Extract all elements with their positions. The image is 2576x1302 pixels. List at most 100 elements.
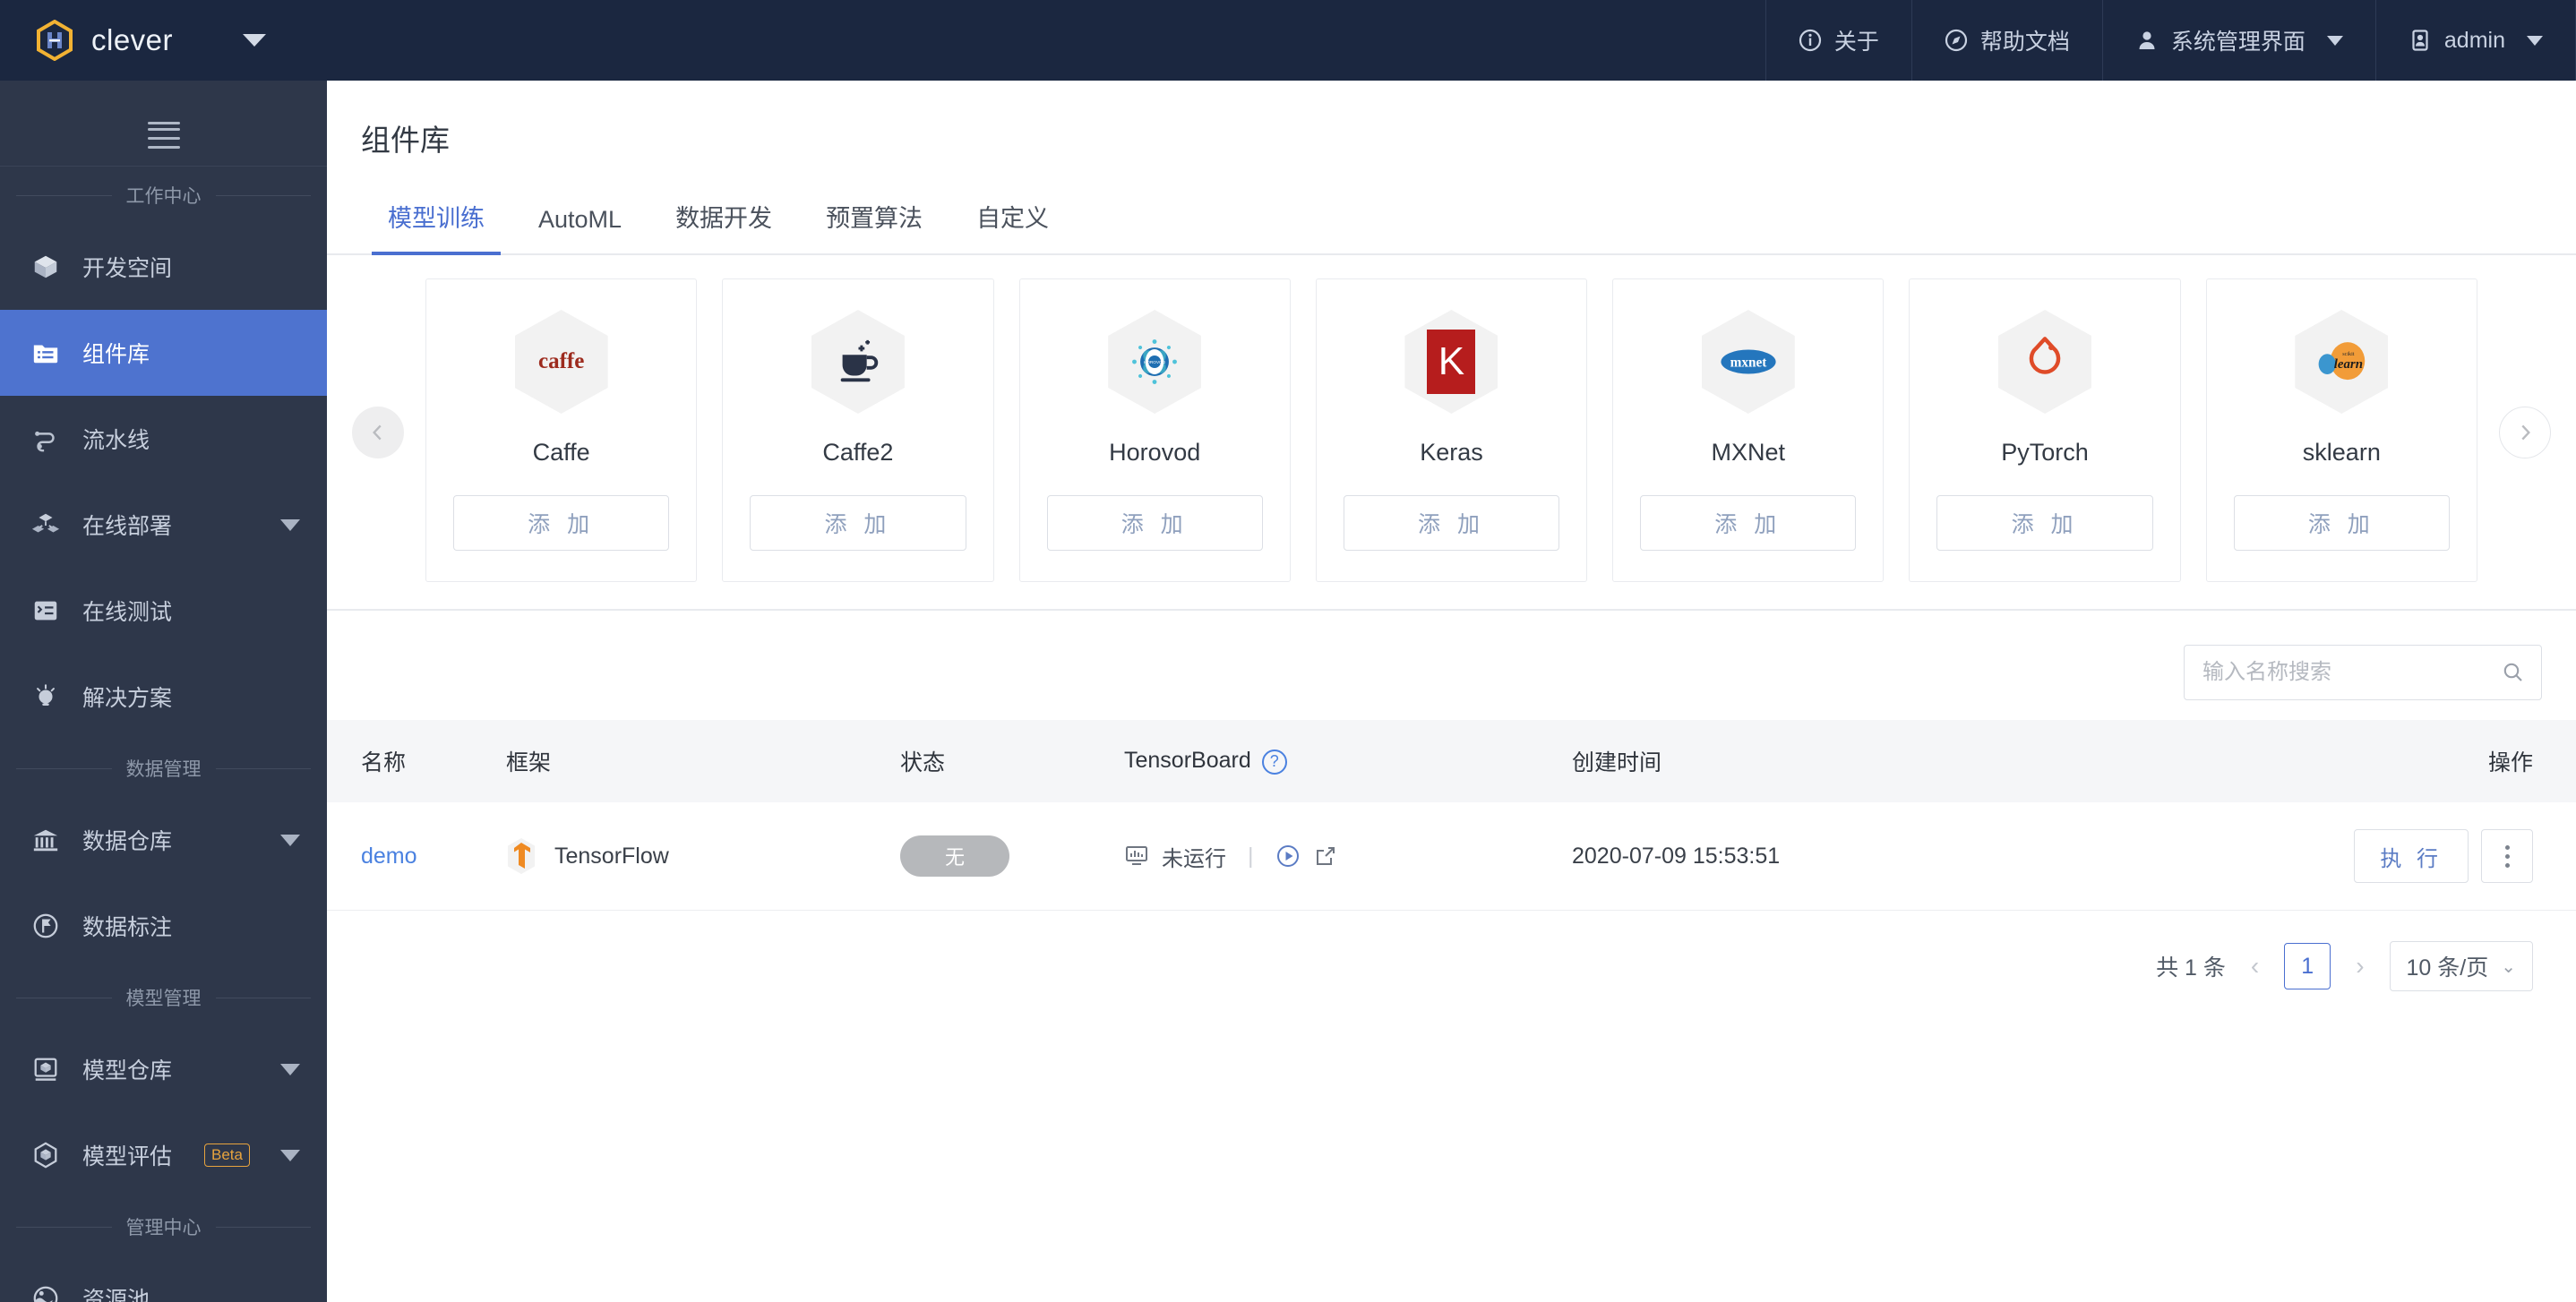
brand-area[interactable]: clever — [0, 0, 327, 81]
top-header: clever 关于 帮助文档 系统管理界面 admin — [0, 0, 2576, 81]
topnav-item-about[interactable]: 关于 — [1765, 0, 1911, 81]
chevron-right-icon — [2513, 421, 2537, 444]
chevron-down-icon[interactable] — [280, 1063, 300, 1075]
table-header: 名称 框架 状态 TensorBoard? 创建时间 操作 — [327, 720, 2576, 802]
chevron-left-icon — [366, 421, 390, 444]
mxnet-logo: mxnet — [1701, 310, 1795, 414]
sidebar-group-label-data-management: 数据管理 — [0, 740, 327, 797]
add-framework-button[interactable]: 添 加 — [750, 495, 966, 551]
add-framework-button[interactable]: 添 加 — [1046, 495, 1263, 551]
framework-card-pytorch[interactable]: PyTorch 添 加 — [1909, 278, 2181, 582]
sidebar-item-data-warehouse[interactable]: 数据仓库 — [0, 797, 327, 883]
chevron-down-icon[interactable] — [280, 834, 300, 846]
tag-circle-icon — [30, 911, 61, 941]
topnav-label: admin — [2443, 27, 2505, 53]
carousel-next-button[interactable] — [2499, 406, 2551, 458]
sidebar-item-solution[interactable]: 解决方案 — [0, 654, 327, 740]
divider — [16, 194, 112, 196]
pagination-next-button[interactable]: › — [2350, 952, 2369, 981]
search-icon[interactable] — [2502, 661, 2525, 684]
sidebar-item-data-annotation[interactable]: 数据标注 — [0, 883, 327, 969]
tab-custom[interactable]: 自定义 — [949, 183, 1076, 253]
divider — [215, 1226, 311, 1228]
search-box[interactable] — [2184, 645, 2542, 700]
chevron-down-icon: ⌄ — [2501, 956, 2516, 977]
pytorch-logo — [1998, 310, 2092, 414]
keras-logo: K — [1404, 310, 1498, 414]
brand-chevron-down-icon[interactable] — [243, 34, 267, 47]
hamburger-icon — [147, 116, 180, 149]
user-icon — [2135, 29, 2159, 52]
component-name-link[interactable]: demo — [361, 844, 417, 869]
deploy-icon — [30, 510, 61, 540]
topnav-item-system-admin[interactable]: 系统管理界面 — [2101, 0, 2375, 81]
sidebar-item-model-evaluation[interactable]: 模型评估 Beta — [0, 1112, 327, 1198]
framework-card-caffe2[interactable]: Caffe2 添 加 — [722, 278, 994, 582]
add-framework-button[interactable]: 添 加 — [453, 495, 670, 551]
header-spacer — [327, 0, 1765, 81]
sidebar-item-resource-pool[interactable]: 资源池 — [0, 1255, 327, 1302]
sidebar-item-label: 数据标注 — [82, 915, 173, 940]
hex-cube-icon — [30, 1140, 61, 1170]
sidebar-collapse-toggle[interactable] — [0, 81, 327, 167]
group-label-text: 数据管理 — [125, 759, 202, 780]
chevron-down-icon[interactable] — [280, 518, 300, 531]
table-row[interactable]: demo TensorFlow 无 未运行 | 2020-07-09 15:53… — [327, 802, 2576, 911]
add-framework-button[interactable]: 添 加 — [1936, 495, 2153, 551]
pagination-prev-button[interactable]: ‹ — [2245, 952, 2264, 981]
chart-board-icon — [1124, 844, 1149, 868]
page-size-select[interactable]: 10 条/页 ⌄ — [2389, 941, 2533, 991]
tab-model-training[interactable]: 模型训练 — [361, 183, 511, 255]
info-icon — [1799, 29, 1822, 52]
framework-name: MXNet — [1711, 439, 1786, 466]
framework-card-mxnet[interactable]: mxnet MXNet 添 加 — [1612, 278, 1885, 582]
divider: | — [1248, 843, 1254, 869]
sidebar-item-label: 解决方案 — [82, 686, 173, 711]
execute-button[interactable]: 执 行 — [2354, 829, 2469, 883]
tensorflow-logo — [506, 837, 537, 875]
main-content: 组件库 模型训练 AutoML 数据开发 预置算法 自定义 caffe Caff… — [327, 81, 2576, 1302]
carousel-prev-button[interactable] — [352, 406, 404, 458]
sidebar-item-model-repository[interactable]: 模型仓库 — [0, 1026, 327, 1112]
sidebar-item-component-library[interactable]: 组件库 — [0, 310, 327, 396]
sidebar-item-online-deploy[interactable]: 在线部署 — [0, 482, 327, 568]
framework-card-horovod[interactable]: HOROVOD Horovod 添 加 — [1018, 278, 1291, 582]
tab-automl[interactable]: AutoML — [511, 190, 648, 253]
sidebar-item-dev-space[interactable]: 开发空间 — [0, 224, 327, 310]
pagination-page-1[interactable]: 1 — [2284, 943, 2331, 989]
pagination: 共 1 条 ‹ 1 › 10 条/页 ⌄ — [327, 911, 2576, 991]
add-framework-button[interactable]: 添 加 — [2233, 495, 2450, 551]
framework-card-sklearn[interactable]: scikit learn sklearn 添 加 — [2205, 278, 2477, 582]
table-body: demo TensorFlow 无 未运行 | 2020-07-09 15:53… — [327, 802, 2576, 911]
search-row — [327, 611, 2576, 720]
table-header-row: 名称 框架 状态 TensorBoard? 创建时间 操作 — [327, 720, 2576, 802]
brand-name: clever — [91, 23, 174, 56]
topnav-item-help-doc[interactable]: 帮助文档 — [1911, 0, 2102, 81]
cube-icon — [30, 252, 61, 282]
chevron-down-icon[interactable] — [280, 1149, 300, 1161]
topnav-label: 关于 — [1833, 30, 1879, 55]
tab-data-development[interactable]: 数据开发 — [648, 183, 799, 253]
add-framework-button[interactable]: 添 加 — [1640, 495, 1857, 551]
created-time: 2020-07-09 15:53:51 — [1572, 802, 2253, 911]
sidebar-item-online-test[interactable]: 在线测试 — [0, 568, 327, 654]
sklearn-logo: scikit learn — [2295, 310, 2389, 414]
more-vertical-icon[interactable] — [2481, 829, 2533, 883]
framework-name-cell: TensorFlow — [554, 843, 669, 869]
tab-preset-algorithm[interactable]: 预置算法 — [799, 183, 949, 253]
caffe2-logo — [811, 310, 905, 414]
column-header-tensorboard-label: TensorBoard — [1124, 748, 1251, 774]
framework-card-keras[interactable]: K Keras 添 加 — [1315, 278, 1588, 582]
lightbulb-icon — [30, 681, 61, 712]
external-link-icon[interactable] — [1313, 844, 1338, 869]
framework-card-caffe[interactable]: caffe Caffe 添 加 — [425, 278, 698, 582]
framework-name: Keras — [1420, 439, 1483, 466]
add-framework-button[interactable]: 添 加 — [1343, 495, 1560, 551]
help-icon[interactable]: ? — [1261, 749, 1287, 775]
svg-text:learn: learn — [2334, 357, 2363, 372]
play-circle-icon[interactable] — [1275, 844, 1301, 869]
search-input[interactable] — [2202, 660, 2502, 685]
topnav-item-user-admin[interactable]: admin — [2374, 0, 2576, 81]
sidebar-item-pipeline[interactable]: 流水线 — [0, 396, 327, 482]
status-badge: 无 — [900, 835, 1009, 877]
